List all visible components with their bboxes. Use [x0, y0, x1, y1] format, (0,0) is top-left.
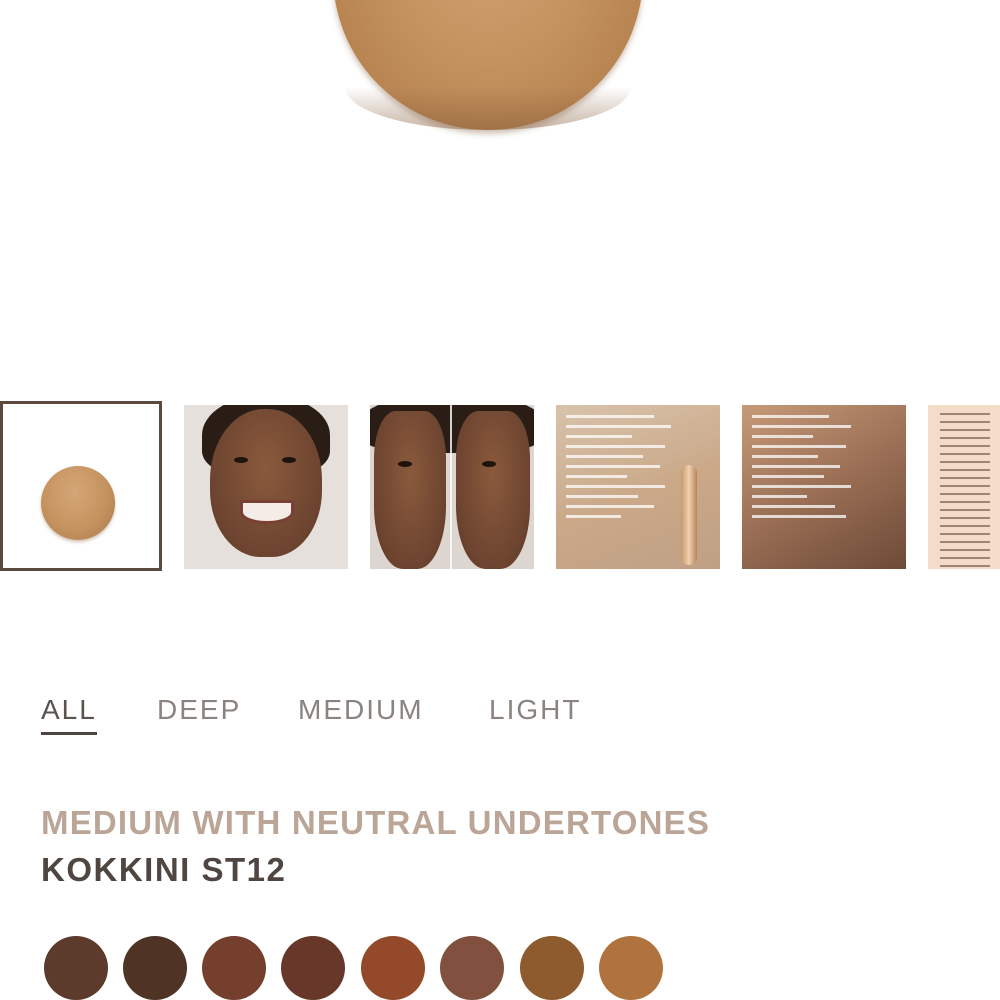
- shade-family-label: MEDIUM WITH NEUTRAL UNDERTONES: [41, 804, 711, 841]
- shade-swatch[interactable]: [281, 936, 345, 1000]
- tab-light[interactable]: LIGHT: [489, 694, 581, 726]
- thumbnail-before-after[interactable]: [370, 405, 534, 569]
- shade-name-label: KOKKINI ST12: [41, 851, 287, 888]
- clinical-text-block: [752, 415, 862, 525]
- tab-deep[interactable]: DEEP: [157, 694, 241, 726]
- tab-all[interactable]: ALL: [41, 694, 97, 726]
- model-face-after: [456, 411, 530, 569]
- divider: [450, 405, 452, 569]
- shade-swatch[interactable]: [361, 936, 425, 1000]
- product-page: ALL DEEP MEDIUM LIGHT MEDIUM WITH NEUTRA…: [0, 0, 1000, 1000]
- thumbnail-gallery: [0, 401, 1000, 574]
- swatch-image: [41, 466, 115, 540]
- eye-shape: [234, 457, 248, 463]
- eye-shape: [282, 457, 296, 463]
- shade-swatch[interactable]: [599, 936, 663, 1000]
- shade-swatch[interactable]: [520, 936, 584, 1000]
- shade-list-text: [940, 413, 990, 569]
- thumbnail-shade-list[interactable]: [928, 405, 1000, 569]
- thumbnail-swatch[interactable]: [0, 401, 162, 571]
- model-face-before: [374, 411, 446, 569]
- shade-swatch-row: [44, 936, 984, 1000]
- shade-swatch[interactable]: [202, 936, 266, 1000]
- smile-shape: [240, 500, 294, 524]
- shade-swatch[interactable]: [123, 936, 187, 1000]
- thumbnail-clinical-results[interactable]: [556, 405, 720, 569]
- thumbnail-model-portrait[interactable]: [184, 405, 348, 569]
- shade-swatch[interactable]: [440, 936, 504, 1000]
- active-tab-underline: [41, 732, 97, 735]
- eye-shape: [398, 461, 412, 467]
- clinical-text-block: [566, 415, 676, 525]
- product-applicator-image: [681, 465, 697, 565]
- tab-medium[interactable]: MEDIUM: [298, 694, 424, 726]
- product-swatch-image: [333, 0, 643, 130]
- model-face-image: [210, 409, 322, 557]
- thumbnail-clinical-results[interactable]: [742, 405, 906, 569]
- eye-shape: [482, 461, 496, 467]
- shade-swatch[interactable]: [44, 936, 108, 1000]
